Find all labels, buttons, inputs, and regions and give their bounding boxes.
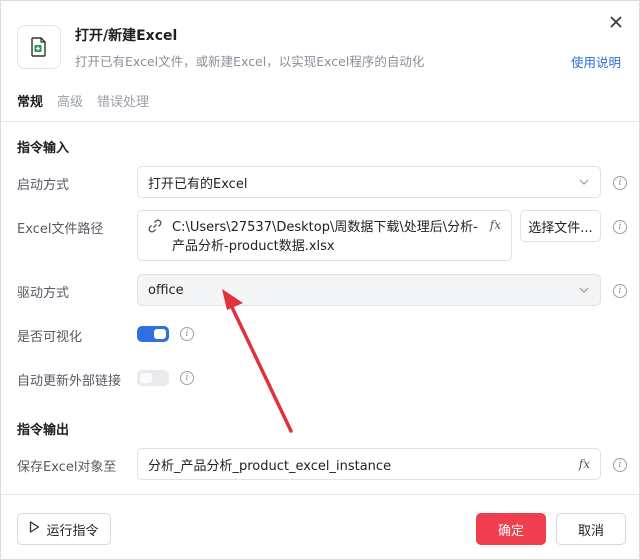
tab-advanced[interactable]: 高级 <box>57 91 83 118</box>
info-icon: i <box>613 458 627 472</box>
info-icon: i <box>613 176 627 190</box>
run-command-button[interactable]: 运行指令 <box>17 513 111 545</box>
chevron-down-icon <box>578 176 590 188</box>
visible-toggle[interactable] <box>137 326 169 342</box>
info-icon: i <box>180 371 194 385</box>
file-path-input[interactable]: C:\Users\27537\Desktop\周数据下载\处理后\分析- 产品分… <box>137 210 512 261</box>
info-icon: i <box>613 284 627 298</box>
play-icon <box>29 521 40 537</box>
chevron-down-icon <box>578 284 590 296</box>
launch-mode-label: 启动方式 <box>17 178 70 193</box>
save-object-label: 保存Excel对象至 <box>17 460 117 475</box>
fx-icon[interactable]: fx <box>490 218 501 232</box>
variable-link-icon <box>148 219 166 237</box>
cancel-button[interactable]: 取消 <box>556 513 626 545</box>
info-icon: i <box>613 220 627 234</box>
save-object-input[interactable]: 分析_产品分析_product_excel_instance fx <box>137 448 601 480</box>
save-object-value: 分析_产品分析_product_excel_instance <box>148 458 392 474</box>
tab-bar: 常规 高级 错误处理 <box>17 91 149 118</box>
dialog-title: 打开/新建Excel <box>75 28 178 44</box>
choose-file-button[interactable]: 选择文件... <box>520 210 601 242</box>
tab-error-handling[interactable]: 错误处理 <box>97 91 149 118</box>
ok-button[interactable]: 确定 <box>476 513 546 545</box>
file-path-line-2: 产品分析-product数据.xlsx <box>172 239 335 254</box>
driver-select[interactable]: office <box>137 274 601 306</box>
launch-mode-value: 打开已有的Excel <box>148 176 248 192</box>
launch-mode-select[interactable]: 打开已有的Excel <box>137 166 601 198</box>
toggle-knob <box>140 373 152 383</box>
visible-label: 是否可视化 <box>17 330 83 345</box>
footer-divider <box>1 494 639 495</box>
driver-value: office <box>148 282 184 298</box>
toggle-knob <box>154 329 166 339</box>
tab-general[interactable]: 常规 <box>17 91 43 118</box>
help-link[interactable]: 使用说明 <box>571 52 621 71</box>
output-section-title: 指令输出 <box>17 423 70 438</box>
tab-divider <box>1 121 639 122</box>
info-icon: i <box>180 327 194 341</box>
run-command-label: 运行指令 <box>46 523 99 539</box>
dialog-description: 打开已有Excel文件，或新建Excel，以实现Excel程序的自动化 <box>75 54 425 69</box>
file-path-line-1: C:\Users\27537\Desktop\周数据下载\处理后\分析- <box>172 220 478 235</box>
driver-label: 驱动方式 <box>17 286 70 301</box>
close-icon[interactable] <box>607 13 625 31</box>
file-path-label: Excel文件路径 <box>17 222 104 237</box>
open-new-excel-dialog: 打开/新建Excel 打开已有Excel文件，或新建Excel，以实现Excel… <box>0 0 640 560</box>
auto-update-links-toggle[interactable] <box>137 370 169 386</box>
input-section-title: 指令输入 <box>17 141 70 156</box>
fx-icon[interactable]: fx <box>579 457 590 471</box>
excel-file-icon <box>17 25 61 69</box>
auto-update-links-label: 自动更新外部链接 <box>17 374 122 389</box>
